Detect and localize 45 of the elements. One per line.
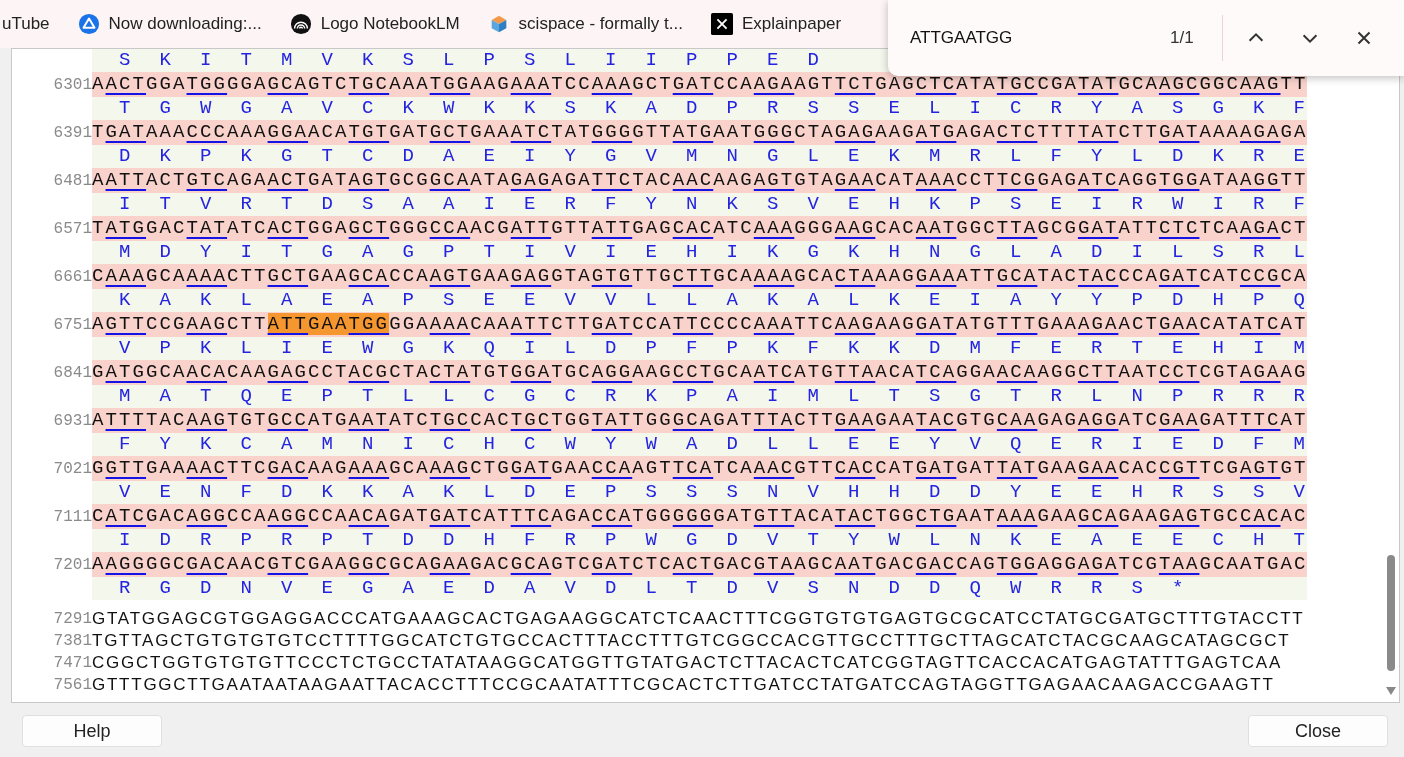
line-number: 6661 bbox=[52, 267, 92, 286]
sequence-text: GATGGCAACACAAGAGCCTACGCTACTATGTGGATGCAGGAAGCCTGCAATCATGTTAACATCAGGAACAAGGCTTAATCCTCGTAGAAG bbox=[92, 361, 1308, 383]
triangle-circle-icon bbox=[77, 13, 100, 35]
sequence-text: GGAAAACAAATTCTTGATCCATTCCCCAAATTCAAGAAGGATATGTTTGAAAGAACTGAACATATCAT bbox=[389, 313, 1308, 335]
line-number: 6931 bbox=[52, 411, 92, 430]
line-number: 7291 bbox=[52, 610, 92, 628]
sequence-text: GTTTGGCTTGAATAATAAGAATTACACCTTTCCGCAATATTTCGCACTCTTGATCCTATGATCCAGTAGGTTGAGAACAAGACCGAAGTT bbox=[92, 675, 1275, 694]
line-number: 6481 bbox=[52, 171, 92, 190]
line-number: 6301 bbox=[52, 75, 92, 94]
scrollbar-thumb[interactable] bbox=[1387, 555, 1395, 671]
sequence-text: AGTTCCGAAGCTT bbox=[92, 313, 268, 335]
sequence-text: GGTTGAAAACTTCGACAAGAAAGCAAAGCTGGATGAACCAAGTTCATCAAACGTTCACCATGATGATTATGAAGAACACCGTTCGAGTGT bbox=[92, 457, 1308, 479]
browser-tab[interactable]: Logo NotebookLM bbox=[289, 13, 460, 35]
rings-icon bbox=[289, 13, 312, 35]
line-number: 7381 bbox=[52, 632, 92, 650]
browser-tab[interactable]: Now downloading:... bbox=[77, 13, 262, 35]
scroll-down-icon[interactable] bbox=[1386, 687, 1396, 695]
sequence-text: AAGGGGCGACAACGTCGAAGGCGCAGAAGACGCAGTCGATCTCACTGACGTAAGCAATGACGACCAGTGGAGGAGATCGTAAGCAATGAC bbox=[92, 553, 1308, 575]
cross-square-icon bbox=[711, 13, 733, 35]
browser-tab[interactable]: Explainpaper bbox=[711, 13, 842, 35]
line-number: 7111 bbox=[52, 507, 92, 526]
sequence-text: AACTGGATGGGGAGCAGTCTGCAAATGGAAGAAATCCAAAGCTGATCCAAGAAGTTCTGAGCTCATATGCCGATATGCAAGCGGCAAGTT bbox=[92, 73, 1308, 95]
match-count: 1/1 bbox=[1170, 28, 1195, 48]
dialog-button[interactable]: Close bbox=[1248, 715, 1388, 747]
sequence-text: CATCGACAGGCCAAGGCCAACAGATGATCATTTCAGACCATGGGGGGATGTTACATACTGGCTGAATAAAGAAGCAGAAGAGTGCCACAC bbox=[92, 505, 1308, 527]
sequence-text: GTATGGAGCGTGGAGGACCCATGAAAGCACTGAGAAGGCATCTCAACTTTCGGTGTGTGAGTGCGCATCCTATGCGATGCTTTGTACCTT bbox=[92, 609, 1305, 628]
sequence-text: ATTTTACAAGTGTGCCATGAATATCTGCCACTGCTGGTATTGGGCAGATTTACTTGAAGAATACGTGCAAGAGAGGATCGAAGATTTCAT bbox=[92, 409, 1308, 431]
sequence-text: TGATAAACCCAAAGGAACATGTGATGCTGAAATCTATGGGGTTATGAATGGGCTAGAGAAGATGAGACTCTTTTATCTTGATAAAAGAGA bbox=[92, 121, 1308, 143]
sequence-text: TGTTAGCTGTGTGTGTCCTTTTGGCATCTGTGCCACTTTACCTTTGTCGGCCACGTTGCCTTTGCTTAGCATCTACGCAAGCATAGCGCT bbox=[92, 631, 1291, 650]
sequence-text: AATTACTGTCAGAACTGATAGTGCGGCAATAGAGAGATTCTACAACAAGAGTGTAGAACATAAACCTTCGGAGATCAGGTGGATAAGGTT bbox=[92, 169, 1308, 191]
sequence-text: TATGGACTATATCACTGGAGCTGGGCCAACGATTGTTATTGAGCACATCAAAGGGAAGCACAATGGCTTAGCGGATATTCTCTCAAGACT bbox=[92, 217, 1308, 239]
line-number: 6751 bbox=[52, 315, 92, 334]
browser-tab[interactable]: scispace - formally t... bbox=[487, 13, 683, 35]
line-number: 7561 bbox=[52, 676, 92, 694]
line-number: 6391 bbox=[52, 123, 92, 142]
line-number: 7471 bbox=[52, 654, 92, 672]
line-number: 6841 bbox=[52, 363, 92, 382]
line-number: 6571 bbox=[52, 219, 92, 238]
dialog-button[interactable]: Help bbox=[22, 715, 162, 747]
line-number: 7021 bbox=[52, 459, 92, 478]
browser-tab[interactable]: uTube bbox=[2, 14, 50, 34]
sequence-text: CGGCTGGTGTGTGTTCCCTCTGCCTATATAAGGCATGGTTGTATGACTCTTACACTCATCGGTAGTTCACCACATGAGTATTTGAGTCAA bbox=[92, 653, 1283, 672]
line-number: 7201 bbox=[52, 555, 92, 574]
sequence-text: CAAAGCAAAACTTGCTGAAGCACCAAGTGAAGAGGTAGTGTTGCTTGCAAAAGCACTAAAGGAAATTGCATACTACCCAGATCATCCGCA bbox=[92, 265, 1308, 287]
find-field[interactable]: ATTGAATGG bbox=[910, 28, 1140, 48]
